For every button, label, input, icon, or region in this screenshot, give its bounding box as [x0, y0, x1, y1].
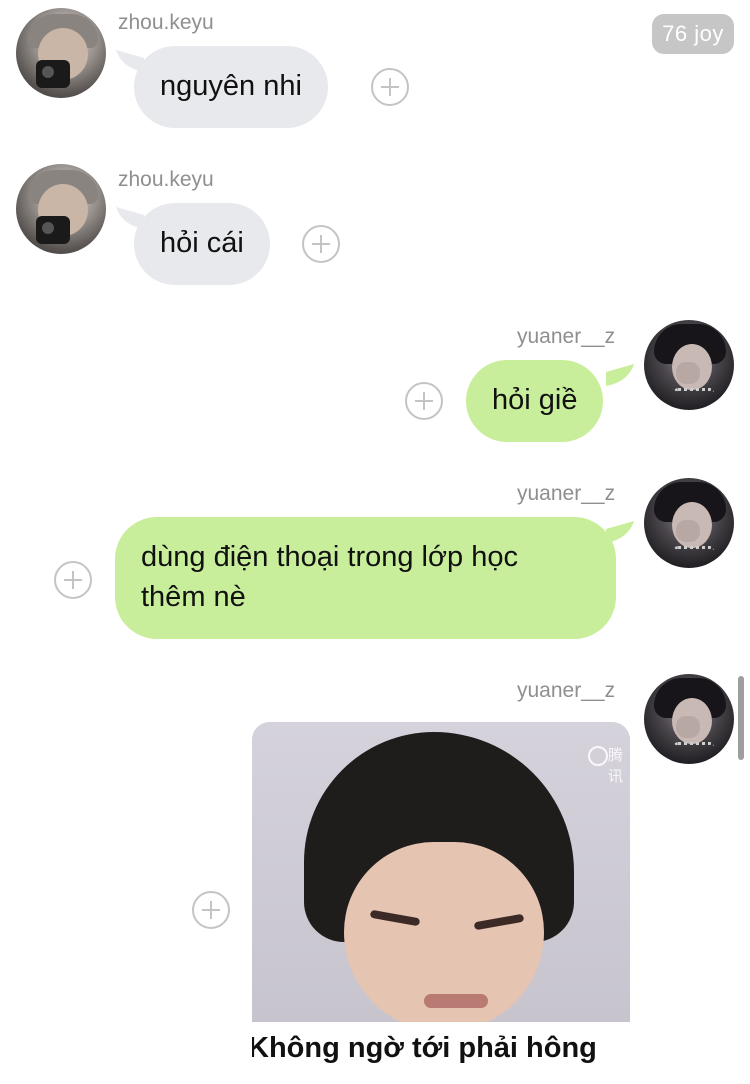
message-bubble[interactable]: nguyên nhi [134, 46, 328, 128]
avatar-hand [676, 716, 700, 738]
watermark-text: 腾讯 [608, 747, 624, 785]
message-text: hỏi cái [160, 227, 244, 259]
phone-icon [36, 216, 70, 244]
avatar-chain [674, 546, 714, 557]
meme-caption: Không ngờ tới phải hông [252, 1032, 597, 1064]
sender-name[interactable]: yuaner__z [517, 678, 615, 704]
plus-circle-icon[interactable] [302, 225, 340, 263]
plus-circle-icon[interactable] [192, 891, 230, 929]
plus-circle-icon[interactable] [405, 382, 443, 420]
avatar[interactable] [16, 164, 106, 254]
image-message[interactable]: 腾讯 Không ngờ tới phải hông [252, 722, 630, 1084]
plus-circle-icon[interactable] [54, 561, 92, 599]
bubble-tail [606, 364, 634, 386]
phone-icon [36, 60, 70, 88]
play-icon [588, 746, 608, 766]
message-text: hỏi giề [492, 384, 578, 416]
message-bubble[interactable]: hỏi giề [466, 360, 604, 442]
avatar[interactable] [644, 674, 734, 764]
reaction-count-badge[interactable]: 76 joy [652, 14, 734, 54]
plus-circle-icon[interactable] [371, 68, 409, 106]
scrollbar[interactable] [738, 676, 744, 760]
avatar-chain [674, 388, 714, 399]
message-bubble[interactable]: hỏi cái [134, 203, 270, 285]
avatar[interactable] [644, 320, 734, 410]
message-text: dùng điện thoại trong lớp học thêm nè [141, 541, 518, 613]
photo-mouth [424, 994, 488, 1008]
message-text: nguyên nhi [160, 70, 302, 102]
avatar[interactable] [644, 478, 734, 568]
avatar[interactable] [16, 8, 106, 98]
sender-name[interactable]: yuaner__z [517, 324, 615, 350]
sender-name[interactable]: zhou.keyu [118, 167, 214, 193]
sender-name[interactable]: zhou.keyu [118, 10, 214, 36]
sender-name[interactable]: yuaner__z [517, 481, 615, 507]
message-bubble[interactable]: dùng điện thoại trong lớp học thêm nè [115, 517, 616, 639]
avatar-hand [676, 362, 700, 384]
avatar-chain [674, 742, 714, 753]
avatar-hand [676, 520, 700, 542]
